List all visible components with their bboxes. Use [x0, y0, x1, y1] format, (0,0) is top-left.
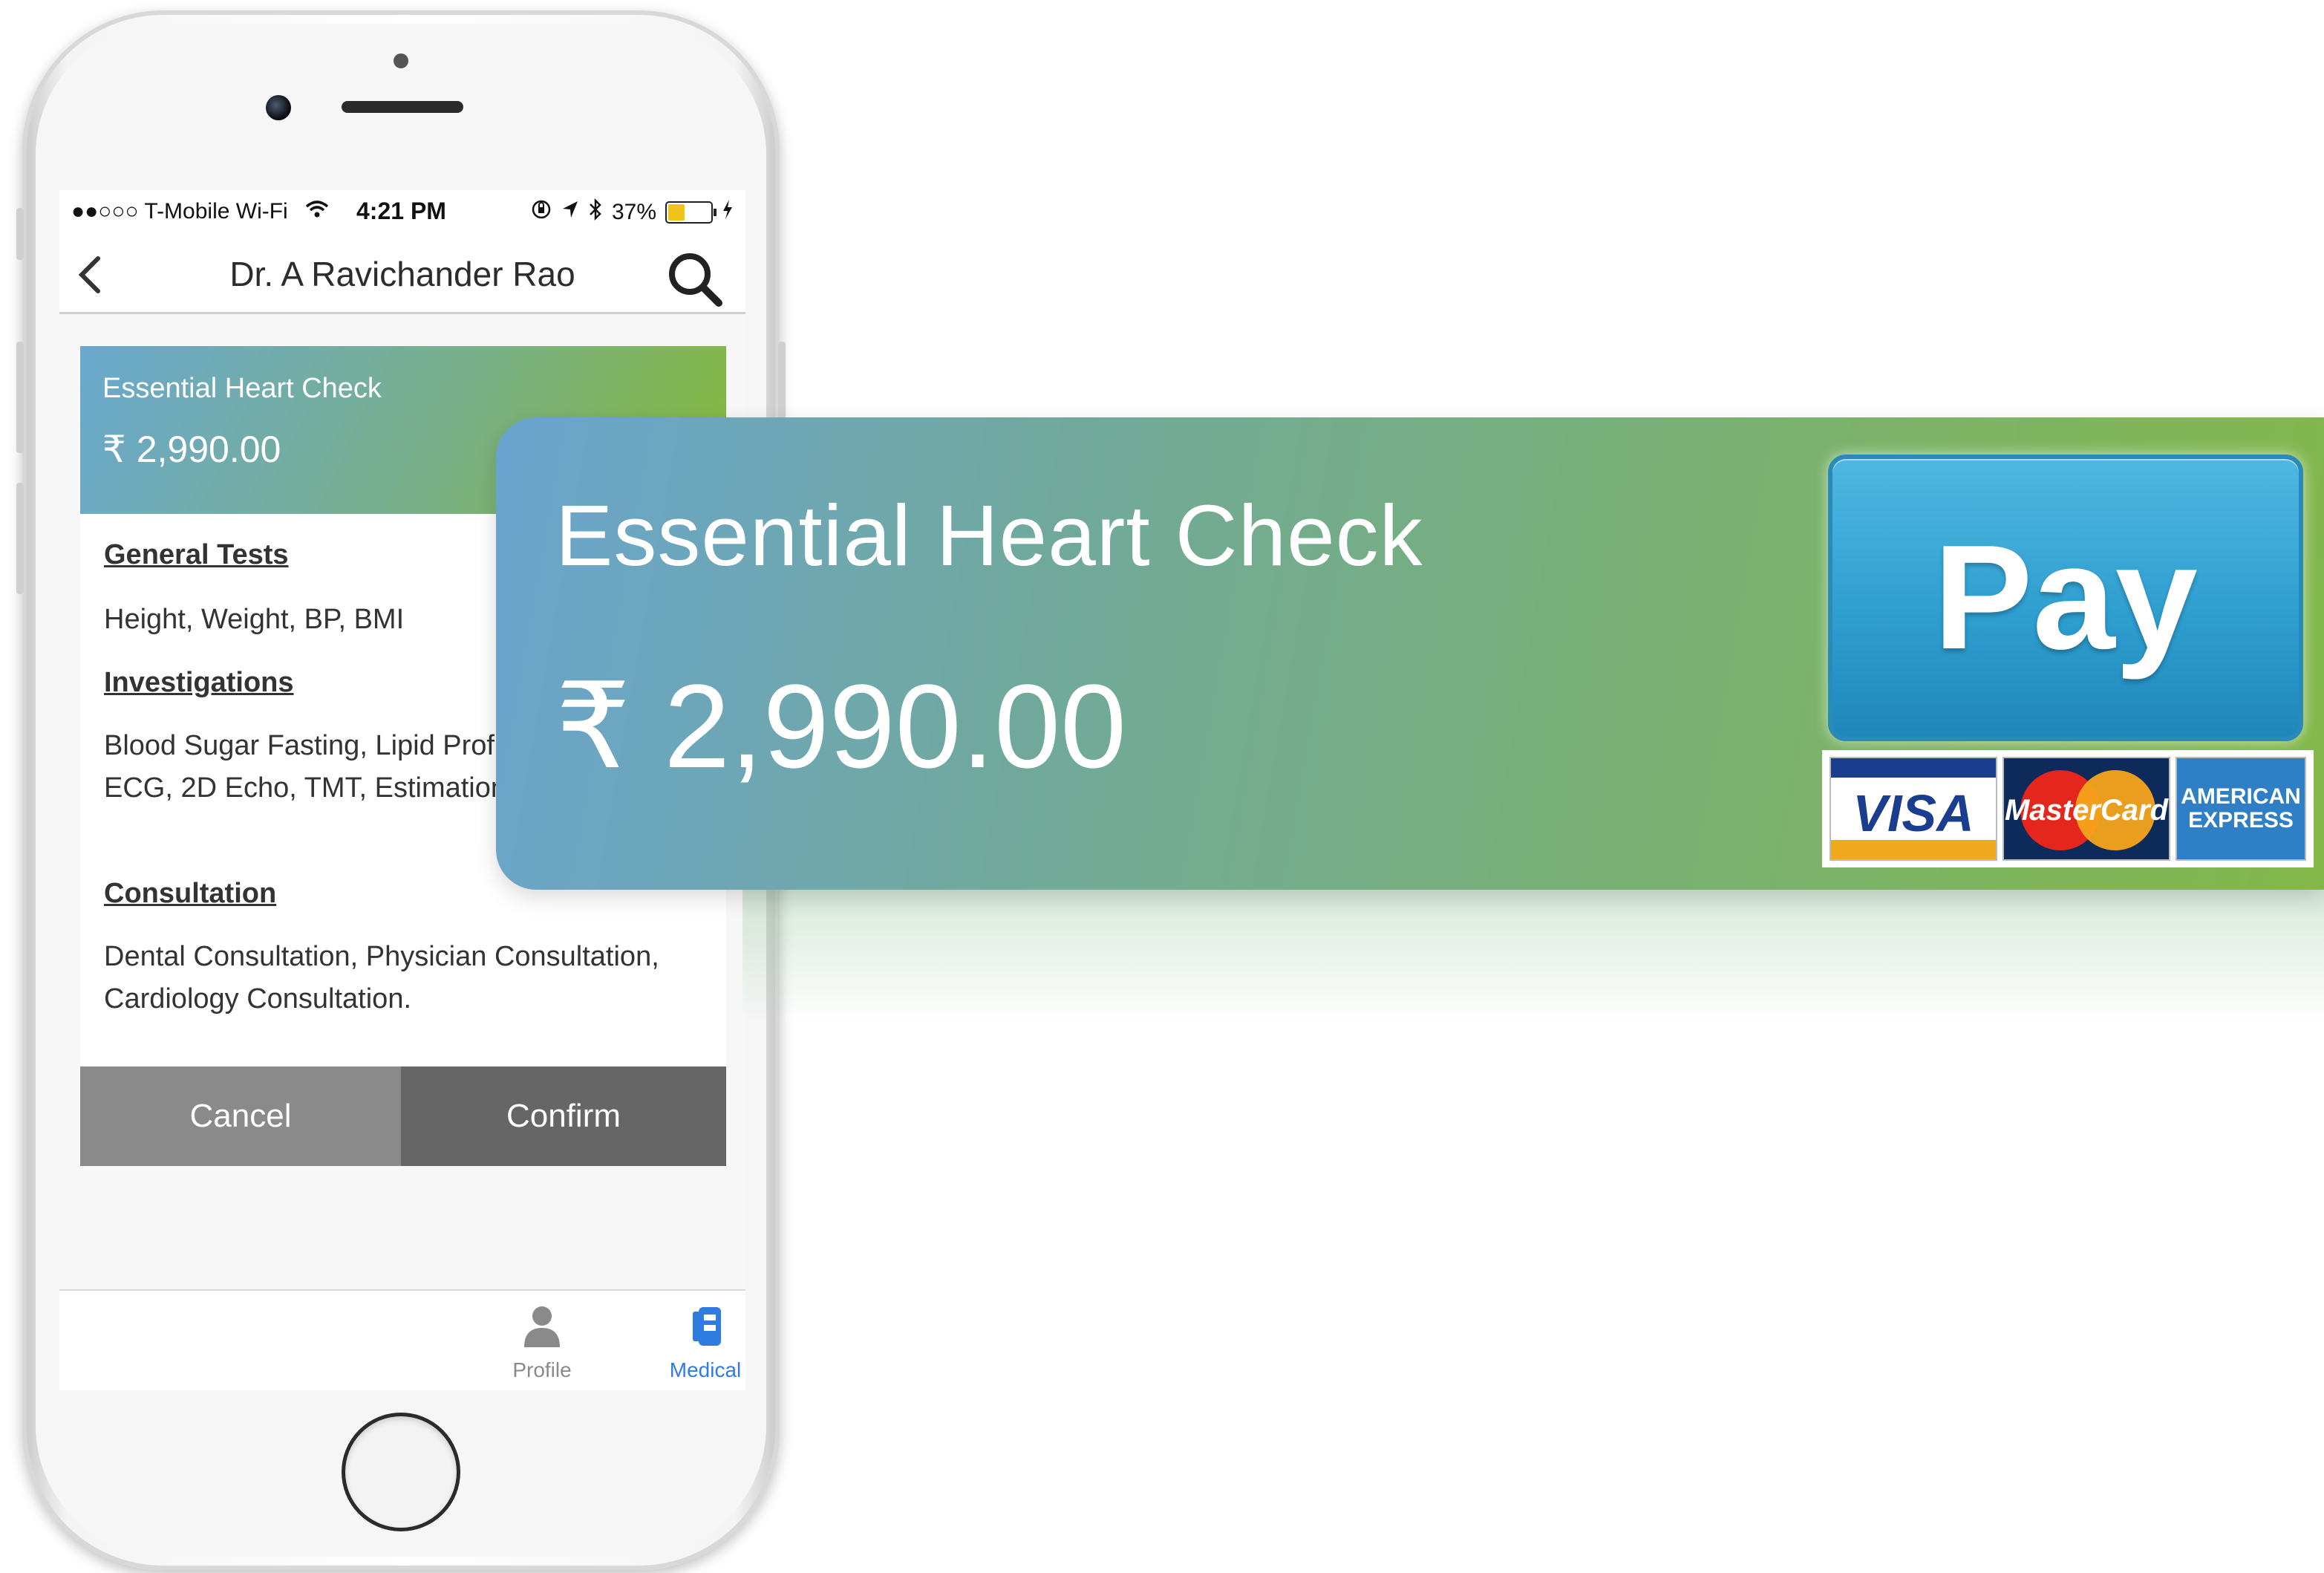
- location-icon: [561, 200, 579, 225]
- package-name: Essential Heart Check: [102, 373, 382, 404]
- tab-profile[interactable]: Profile: [483, 1304, 601, 1382]
- banner-reflection: [742, 890, 2324, 1023]
- pay-button[interactable]: Pay: [1828, 455, 2303, 741]
- proximity-sensor: [394, 53, 408, 68]
- section-text-consultation: Dental Consultation, Physician Consultat…: [104, 941, 659, 1015]
- status-time: 4:21 PM: [356, 198, 446, 224]
- banner-package-name: Essential Heart Check: [555, 487, 1423, 584]
- action-buttons: Cancel Confirm: [80, 1066, 726, 1166]
- mastercard-logo-icon: MasterCard: [2003, 757, 2170, 861]
- section-title-general-tests: General Tests: [104, 539, 289, 570]
- status-right: 37%: [530, 198, 734, 227]
- search-icon[interactable]: [665, 250, 725, 309]
- medical-record-icon: [685, 1307, 725, 1353]
- accepted-cards: VISA MasterCard AMERICAN EXPRESS: [1822, 750, 2314, 867]
- carrier-label: ●●○○○ T-Mobile Wi-Fi: [71, 199, 288, 224]
- bluetooth-icon: [588, 198, 603, 227]
- page-title: Dr. A Ravichander Rao: [229, 255, 575, 293]
- amex-logo-icon: AMERICAN EXPRESS: [2176, 757, 2306, 861]
- volume-down-button: [16, 483, 24, 594]
- tab-bar: Profile Medical: [59, 1289, 745, 1390]
- package-price: ₹ 2,990.00: [102, 429, 281, 470]
- volume-up-button: [16, 342, 24, 453]
- banner-package-price: ₹ 2,990.00: [555, 660, 1127, 792]
- section-title-consultation: Consultation: [104, 878, 277, 909]
- front-camera: [266, 95, 291, 120]
- amex-logo-text: AMERICAN EXPRESS: [2177, 785, 2305, 833]
- home-button[interactable]: [342, 1413, 460, 1531]
- amex-line-1: AMERICAN: [2181, 784, 2301, 809]
- mute-switch: [16, 208, 24, 260]
- charging-icon: [722, 199, 734, 226]
- confirm-button[interactable]: Confirm: [401, 1066, 726, 1166]
- visa-logo-icon: VISA: [1830, 757, 1997, 861]
- mastercard-logo-text: MasterCard: [2004, 794, 2169, 827]
- person-icon: [522, 1306, 562, 1353]
- battery-icon: [665, 201, 717, 224]
- earpiece-speaker: [342, 101, 463, 113]
- wifi-icon: [304, 199, 330, 226]
- amex-line-2: EXPRESS: [2188, 808, 2294, 833]
- tab-medical-label: Medical: [669, 1358, 742, 1381]
- section-title-investigations: Investigations: [104, 667, 294, 698]
- tab-medical[interactable]: Medical: [653, 1304, 745, 1382]
- cancel-button[interactable]: Cancel: [80, 1066, 401, 1166]
- orientation-lock-icon: [530, 198, 552, 227]
- zoomed-package-banner: Essential Heart Check ₹ 2,990.00 Pay VIS…: [496, 417, 2324, 890]
- status-bar: ●●○○○ T-Mobile Wi-Fi 4:21 PM 37%: [59, 190, 745, 232]
- tab-profile-label: Profile: [512, 1358, 572, 1381]
- visa-logo-text: VISA: [1853, 784, 1974, 842]
- battery-percent: 37%: [611, 200, 656, 224]
- pay-button-label: Pay: [1933, 515, 2198, 680]
- navigation-bar: Dr. A Ravichander Rao: [59, 232, 745, 314]
